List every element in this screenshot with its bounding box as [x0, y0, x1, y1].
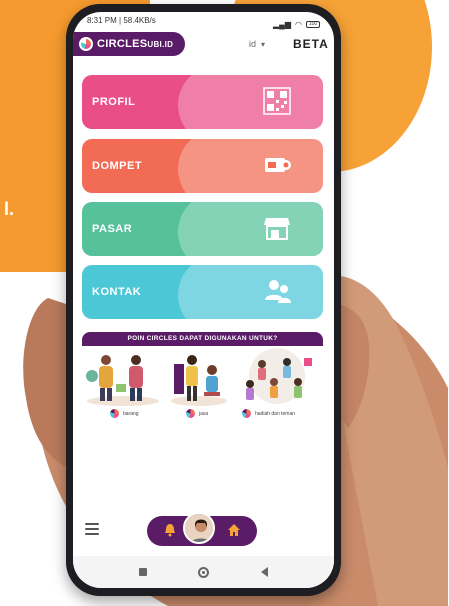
menu-label-kontak: KONTAK [92, 286, 142, 298]
beta-label: BETA [293, 37, 329, 51]
back-icon[interactable] [261, 567, 269, 577]
menu-card-profil[interactable]: PROFIL [82, 75, 323, 129]
chevron-down-icon: ▾ [261, 40, 266, 49]
home-icon[interactable] [227, 523, 241, 537]
card-decoration [178, 202, 323, 256]
gifts-and-friends-illustration [246, 348, 312, 404]
points-usage-banner: POIN CIRCLES DAPAT DIGUNAKAN UNTUK? [82, 332, 323, 346]
card-decoration [178, 265, 323, 319]
background-dot-text: l. [4, 199, 15, 219]
circles-mini-logo-icon [242, 409, 251, 418]
battery-icon: 100 [306, 20, 320, 28]
store-icon [264, 218, 290, 240]
language-value: id [249, 39, 257, 49]
caption-goods: barang [110, 409, 139, 418]
status-time: 8:31 PM | 58.4KB/s [87, 16, 156, 25]
menu-label-dompet: DOMPET [92, 160, 143, 172]
caption-services: jasa [186, 409, 208, 418]
menu-card-dompet[interactable]: DOMPET [82, 139, 323, 193]
hamburger-menu-icon[interactable] [85, 523, 99, 535]
android-nav-bar [73, 556, 334, 588]
circles-mini-logo-icon [186, 409, 195, 418]
brand-name: CIRCLESUBI.ID [97, 38, 174, 50]
caption-gifts: hadiah dan teman [242, 409, 295, 418]
circles-logo-icon [79, 37, 93, 51]
bottom-toolbar [73, 512, 334, 550]
avatar-person-icon [185, 514, 213, 542]
qr-code-icon [263, 87, 291, 115]
wifi-icon: ◠ [295, 19, 302, 29]
brand-logo[interactable]: CIRCLESUBI.ID [73, 32, 185, 56]
user-avatar[interactable] [183, 512, 215, 544]
app-header: CIRCLESUBI.ID id ▾ BETA [73, 32, 334, 58]
contacts-icon [265, 280, 291, 303]
goods-illustration [86, 355, 159, 406]
bell-icon[interactable] [163, 523, 177, 537]
services-illustration [171, 355, 227, 406]
phone-screen: 8:31 PM | 58.4KB/s ▂▄▆ ◠ 100 CIRCLESUBI.… [73, 12, 334, 588]
circles-mini-logo-icon [110, 409, 119, 418]
phone-device: 8:31 PM | 58.4KB/s ▂▄▆ ◠ 100 CIRCLESUBI.… [66, 4, 341, 596]
language-selector[interactable]: id ▾ [249, 39, 265, 49]
menu-card-kontak[interactable]: KONTAK [82, 265, 323, 319]
home-button-icon[interactable] [198, 566, 210, 578]
signal-icon: ▂▄▆ [273, 19, 292, 29]
status-icons: ▂▄▆ ◠ 100 [273, 16, 320, 32]
recent-apps-icon[interactable] [138, 568, 147, 576]
menu-label-pasar: PASAR [92, 223, 133, 235]
card-decoration [178, 139, 323, 193]
card-decoration [178, 75, 323, 129]
menu-label-profil: PROFIL [92, 96, 136, 108]
status-bar: 8:31 PM | 58.4KB/s ▂▄▆ ◠ 100 [73, 12, 334, 32]
menu-card-pasar[interactable]: PASAR [82, 202, 323, 256]
bottom-nav-pill [147, 512, 257, 546]
wallet-icon [265, 158, 291, 172]
points-usage-illustrations: barang jasa hadiah dan teman [82, 346, 323, 424]
